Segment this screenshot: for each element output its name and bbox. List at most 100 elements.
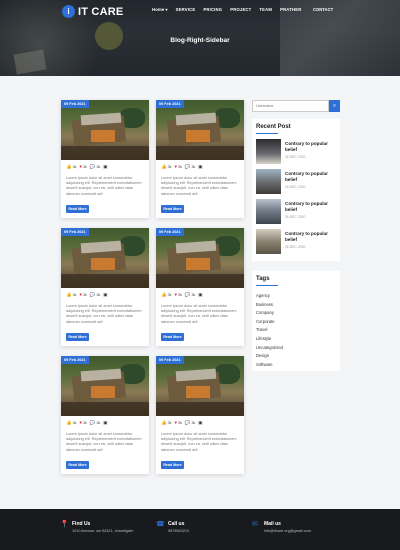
tag-link[interactable]: Business [256,301,283,310]
post-image[interactable] [61,356,149,416]
nav-item-home[interactable]: Home▾ [152,7,168,12]
date-badge: 09 Feb 2021 [61,100,89,108]
comment-count[interactable]: 💬 3k [89,292,100,298]
heart-count[interactable]: ♥ 3k [174,420,181,426]
recent-post-item[interactable]: Contrary to popular belief 26 DEC 2020 [256,139,336,165]
footer-phone[interactable]: 9876543210 [168,529,189,533]
recent-post-title[interactable]: Contrary to popular belief [285,201,335,213]
gallery-link[interactable]: ▣ [103,420,108,426]
hero-banner: i IT CARE Home▾ SERVICE PRICING PROJECT … [0,0,400,76]
tag-link[interactable]: Uncategorized [256,344,283,353]
footer: 📍 Find Us 1010 Avenue, sw 54321, chandig… [0,509,400,550]
heart-icon: ♥ [174,292,178,297]
heart-count[interactable]: ♥ 3k [174,292,181,298]
post-excerpt: Lorem ipsum dolor sit amet consectetur a… [66,432,142,452]
tag-link[interactable]: Design [256,352,283,361]
recent-post-thumbnail[interactable] [256,139,281,164]
heart-count[interactable]: ♥ 3k [174,164,181,170]
map-pin-icon: 📍 [60,521,69,528]
heart-count[interactable]: ♥ 3k [79,292,86,298]
tag-link[interactable]: Agency [256,292,283,301]
read-more-button[interactable]: Read More [66,333,89,341]
read-more-button[interactable]: Read More [66,461,89,469]
heart-count[interactable]: ♥ 3k [79,164,86,170]
comment-count[interactable]: 💬 3k [90,164,100,170]
image-icon: ▣ [103,164,108,169]
post-image[interactable] [156,228,244,288]
like-count[interactable]: 👍 3k [161,164,171,170]
widget-title: Recent Post [256,124,291,130]
title-underline [256,133,278,134]
read-more-button[interactable]: Read More [161,461,184,469]
tag-link[interactable]: Travel [256,326,283,335]
nav-item-pricing[interactable]: PRICING [203,7,222,12]
post-card: 09 Feb 2021 👍 3k ♥ 3k 💬 3k ▣ Lorem ipsum do… [156,356,244,474]
post-card: 09 Feb 2021 👍 3k ♥ 3k 💬 3k ▣ Lorem ipsum do… [61,356,149,474]
heart-icon: ♥ [79,292,83,297]
nav-item-contact[interactable]: CONTACT [313,7,333,12]
post-image[interactable] [156,100,244,160]
recent-post-item[interactable]: Contrary to popular belief 26 DEC 2020 [256,169,336,195]
sidebar-search: ⌕ [252,100,340,112]
recent-post-title[interactable]: Contrary to popular belief [285,141,335,153]
gallery-link[interactable]: ▣ [103,292,107,298]
nav-item-team[interactable]: TEAM [259,7,272,12]
gallery-link[interactable]: ▣ [198,292,202,298]
recent-post-thumbnail[interactable] [256,229,281,254]
footer-heading: Mail us [264,521,281,527]
post-image[interactable] [156,356,244,416]
comment-icon: 💬 [184,292,191,297]
tag-link[interactable]: Software [256,361,283,370]
logo[interactable]: i IT CARE [62,5,123,18]
post-image[interactable] [61,228,149,288]
search-button[interactable]: ⌕ [329,100,340,112]
tag-link[interactable]: Corporate [256,318,283,327]
date-badge: 09 Feb 2021 [156,100,184,108]
recent-post-title[interactable]: Contrary to popular belief [285,171,335,183]
heart-count[interactable]: ♥ 3k [79,420,86,426]
nav-item-prather[interactable]: PRATHER [280,7,301,12]
like-count[interactable]: 👍 3k [161,292,171,298]
tag-link[interactable]: Lifestyle [256,335,283,344]
gallery-link[interactable]: ▣ [198,164,202,170]
comment-count[interactable]: 💬 3k [184,292,195,298]
image-icon: ▣ [103,420,108,425]
read-more-button[interactable]: Read More [161,333,184,341]
comment-count[interactable]: 💬 3k [90,420,100,426]
like-count[interactable]: 👍 3k [66,164,76,170]
page: i IT CARE Home▾ SERVICE PRICING PROJECT … [0,0,400,550]
comment-count[interactable]: 💬 3k [185,164,195,170]
read-more-button[interactable]: Read More [66,205,89,213]
image-icon: ▣ [198,420,203,425]
heart-icon: ♥ [174,164,178,169]
search-input[interactable] [252,100,329,112]
post-card: 09 Feb 2021 👍 3k ♥ 3k 💬 3k ▣ Lorem ipsum do… [61,228,149,346]
footer-email[interactable]: info@itcare.org@gmail.com [264,529,311,533]
recent-post-item[interactable]: Contrary to popular belief 26 DEC 2020 [256,199,336,225]
post-image[interactable] [61,100,149,160]
like-count[interactable]: 👍 3k [161,420,171,426]
tag-link[interactable]: Company [256,309,283,318]
logo-text: IT CARE [78,5,124,18]
post-meta: 👍 3k ♥ 3k 💬 3k ▣ [161,420,203,426]
post-meta: 👍 3k ♥ 3k 💬 3k ▣ [66,164,108,170]
recent-post-title[interactable]: Contrary to popular belief [285,231,335,243]
like-count[interactable]: 👍 3k [66,420,76,426]
post-excerpt: Lorem ipsum dolor sit amet consectetur a… [161,304,237,324]
read-more-button[interactable]: Read More [161,205,184,213]
recent-post-date: 26 DEC 2020 [285,245,306,249]
comment-count[interactable]: 💬 3k [185,420,195,426]
gallery-link[interactable]: ▣ [198,420,203,426]
nav-item-project[interactable]: PROJECT [230,7,251,12]
like-count[interactable]: 👍 3k [66,292,76,298]
page-title: Blog-Right-Sidebar [170,37,230,44]
recent-post-thumbnail[interactable] [256,169,281,194]
post-meta: 👍 3k ♥ 3k 💬 3k ▣ [66,292,108,298]
phone-icon: ☎ [156,521,165,528]
nav-item-service[interactable]: SERVICE [176,7,196,12]
recent-post-item[interactable]: Contrary to popular belief 26 DEC 2020 [256,229,336,255]
tags-widget: Tags Agency Business Company Corporate T… [252,271,340,371]
recent-post-thumbnail[interactable] [256,199,281,224]
gallery-link[interactable]: ▣ [103,164,108,170]
comment-icon: 💬 [89,292,96,297]
